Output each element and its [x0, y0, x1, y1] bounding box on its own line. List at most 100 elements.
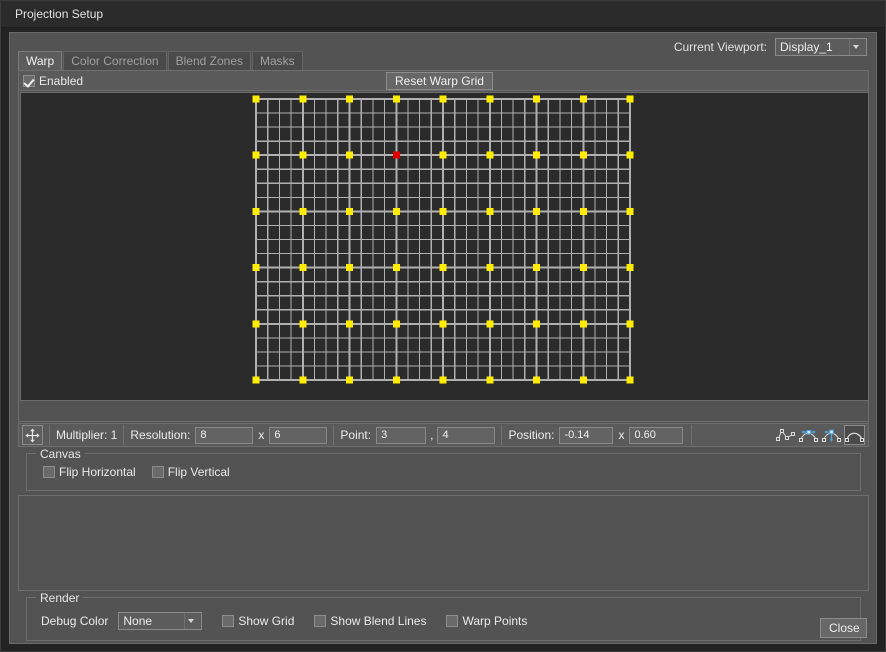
- warp-point[interactable]: [533, 95, 540, 103]
- flip-vertical-checkbox[interactable]: Flip Vertical: [151, 465, 230, 479]
- tab-color-correction-label: Color Correction: [71, 54, 159, 68]
- linear-curve-icon[interactable]: [775, 425, 796, 445]
- warp-point[interactable]: [486, 376, 494, 384]
- move-cross-icon[interactable]: [22, 425, 43, 445]
- warp-point[interactable]: [299, 376, 307, 384]
- warp-point[interactable]: [579, 95, 587, 103]
- chevron-down-icon: [849, 39, 862, 55]
- warp-point[interactable]: [346, 264, 353, 272]
- warp-point[interactable]: [486, 207, 494, 215]
- multiplier-label: Multiplier: 1: [56, 428, 118, 442]
- flip-horizontal-checkbox[interactable]: Flip Horizontal: [43, 465, 136, 479]
- warp-point[interactable]: [579, 264, 587, 272]
- warp-point[interactable]: [252, 207, 260, 215]
- toolstrip-divider: [691, 425, 693, 445]
- tab-blend-zones[interactable]: Blend Zones: [167, 51, 251, 70]
- warp-point[interactable]: [346, 151, 353, 159]
- render-group-title: Render: [36, 591, 84, 605]
- warp-grid-canvas[interactable]: [20, 92, 869, 401]
- warp-point[interactable]: [533, 207, 540, 215]
- warp-point[interactable]: [626, 151, 634, 159]
- warp-points-checkbox[interactable]: Warp Points: [446, 614, 527, 628]
- checkbox-box: [222, 615, 235, 627]
- current-viewport-label: Current Viewport:: [673, 40, 767, 54]
- tangent-vertical-icon[interactable]: [821, 425, 842, 445]
- warp-point[interactable]: [533, 320, 540, 328]
- warp-point[interactable]: [579, 207, 587, 215]
- warp-point[interactable]: [626, 320, 634, 328]
- warp-point[interactable]: [579, 151, 587, 159]
- resolution-x-input[interactable]: [195, 426, 254, 444]
- warp-point[interactable]: [392, 95, 400, 103]
- warp-point[interactable]: [346, 376, 353, 384]
- warp-point[interactable]: [626, 207, 634, 215]
- resolution-separator: x: [258, 428, 265, 442]
- show-blend-lines-checkbox[interactable]: Show Blend Lines: [314, 614, 426, 628]
- warp-point[interactable]: [439, 376, 447, 384]
- checkbox-box: [43, 466, 55, 478]
- point-y-input[interactable]: [437, 426, 496, 444]
- warp-point[interactable]: [533, 376, 540, 384]
- warp-point[interactable]: [486, 151, 494, 159]
- warp-point[interactable]: [439, 264, 447, 272]
- warp-point[interactable]: [626, 376, 634, 384]
- warp-point[interactable]: [346, 95, 353, 103]
- warp-tab-panel: Enabled Reset Warp Grid: [18, 70, 869, 422]
- viewport-select[interactable]: Display_1: [775, 38, 867, 56]
- warp-point[interactable]: [486, 264, 494, 272]
- warp-point[interactable]: [626, 264, 634, 272]
- warp-point-selected[interactable]: [392, 151, 400, 159]
- warp-point[interactable]: [439, 95, 447, 103]
- warp-point[interactable]: [533, 151, 540, 159]
- warp-lower-panel: [18, 495, 869, 591]
- warp-point[interactable]: [252, 95, 260, 103]
- warp-point[interactable]: [486, 320, 494, 328]
- warp-point[interactable]: [252, 151, 260, 159]
- toolstrip-divider: [49, 425, 50, 445]
- warp-point[interactable]: [392, 376, 400, 384]
- debug-color-select[interactable]: None: [118, 612, 203, 630]
- projection-setup-window: Projection Setup Current Viewport: Displ…: [0, 0, 886, 652]
- tab-color-correction[interactable]: Color Correction: [63, 51, 167, 70]
- warp-point[interactable]: [439, 151, 447, 159]
- warp-point[interactable]: [439, 207, 447, 215]
- warp-point[interactable]: [299, 264, 307, 272]
- tab-masks[interactable]: Masks: [252, 51, 303, 70]
- warp-point[interactable]: [579, 320, 587, 328]
- warp-point[interactable]: [486, 95, 494, 103]
- warp-enable-bar: Enabled Reset Warp Grid: [19, 71, 868, 91]
- resolution-y-input[interactable]: [269, 426, 328, 444]
- position-y-input[interactable]: [629, 426, 684, 444]
- warp-point[interactable]: [299, 95, 307, 103]
- close-button[interactable]: Close: [820, 618, 867, 638]
- warp-point[interactable]: [299, 320, 307, 328]
- smooth-arc-icon[interactable]: [844, 425, 865, 445]
- warp-point[interactable]: [252, 264, 260, 272]
- warp-point[interactable]: [346, 207, 353, 215]
- warp-point[interactable]: [579, 376, 587, 384]
- point-x-input[interactable]: [376, 426, 427, 444]
- warp-point[interactable]: [626, 95, 634, 103]
- warp-point[interactable]: [392, 264, 400, 272]
- warp-point[interactable]: [252, 376, 260, 384]
- warp-point[interactable]: [346, 320, 353, 328]
- warp-point[interactable]: [439, 320, 447, 328]
- warp-point[interactable]: [392, 207, 400, 215]
- reset-warp-grid-button[interactable]: Reset Warp Grid: [386, 72, 493, 90]
- dialog-body: Current Viewport: Display_1 Warp Color C…: [9, 32, 877, 644]
- debug-color-value: None: [123, 614, 153, 628]
- position-x-input[interactable]: [559, 426, 614, 444]
- warp-enabled-checkbox[interactable]: Enabled: [23, 74, 83, 88]
- warp-point[interactable]: [299, 207, 307, 215]
- flip-vertical-label: Flip Vertical: [167, 465, 230, 479]
- tab-warp-label: Warp: [26, 54, 55, 68]
- tab-warp[interactable]: Warp: [18, 51, 63, 70]
- warp-point[interactable]: [392, 320, 400, 328]
- warp-enabled-label: Enabled: [39, 74, 84, 88]
- warp-point[interactable]: [533, 264, 540, 272]
- warp-point[interactable]: [252, 320, 260, 328]
- show-grid-checkbox[interactable]: Show Grid: [222, 614, 294, 628]
- warp-point[interactable]: [299, 151, 307, 159]
- tangent-horizontal-icon[interactable]: [798, 425, 819, 445]
- window-title: Projection Setup: [15, 7, 104, 21]
